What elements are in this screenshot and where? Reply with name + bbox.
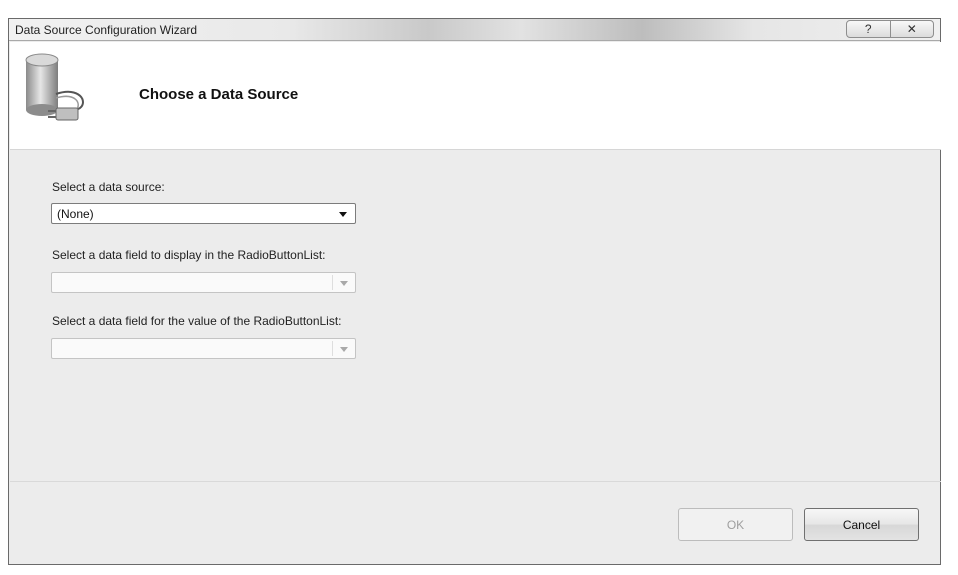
wizard-body: Select a data source: (None) Select a da…: [10, 151, 941, 481]
chevron-down-icon: [340, 281, 348, 286]
data-source-dropdown[interactable]: (None): [51, 203, 356, 224]
dropdown-separator: [332, 275, 333, 290]
data-source-label: Select a data source:: [52, 180, 165, 194]
value-field-label: Select a data field for the value of the…: [52, 314, 342, 328]
window-title: Data Source Configuration Wizard: [15, 23, 198, 37]
chevron-down-icon: [339, 212, 347, 217]
wizard-header: Choose a Data Source: [10, 42, 941, 150]
database-plug-icon: [25, 53, 84, 121]
dropdown-separator: [332, 341, 333, 356]
title-buttons: ? ✕: [846, 20, 934, 38]
cancel-button[interactable]: Cancel: [804, 508, 919, 541]
page-title: Choose a Data Source: [139, 86, 299, 103]
chevron-down-icon: [340, 347, 348, 352]
title-bar[interactable]: Data Source Configuration Wizard ? ✕: [9, 19, 940, 41]
data-source-wizard-dialog: Data Source Configuration Wizard ? ✕ Cho…: [8, 18, 941, 565]
display-field-label: Select a data field to display in the Ra…: [52, 248, 326, 262]
wizard-footer: OK Cancel: [10, 481, 941, 565]
help-icon: ?: [864, 22, 872, 36]
ok-button[interactable]: OK: [678, 508, 793, 541]
close-button[interactable]: ✕: [889, 21, 934, 37]
value-field-dropdown[interactable]: [51, 338, 356, 359]
display-field-dropdown[interactable]: [51, 272, 356, 293]
close-icon: ✕: [906, 22, 917, 36]
data-source-value: (None): [57, 207, 94, 221]
help-button[interactable]: ?: [847, 21, 890, 37]
